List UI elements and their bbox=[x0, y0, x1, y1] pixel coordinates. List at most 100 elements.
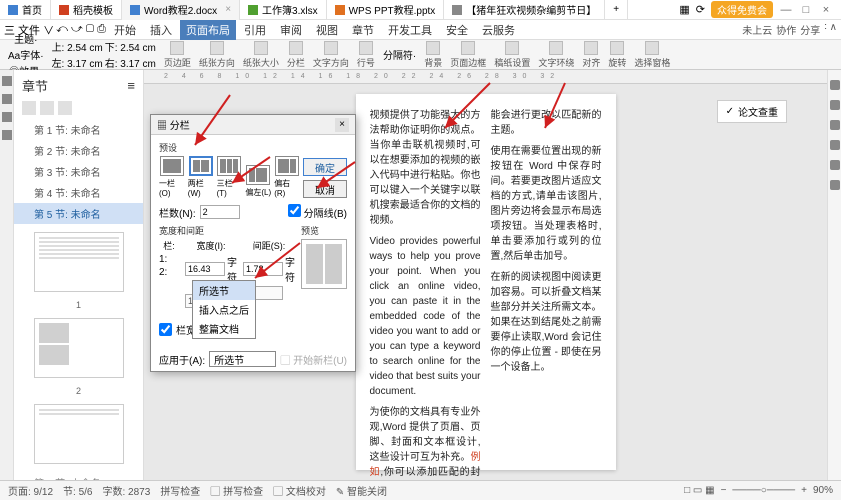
status-mode3[interactable]: ✎ 智能关闭 bbox=[336, 483, 387, 498]
nav-search-icon[interactable] bbox=[2, 94, 12, 104]
rsb-more-icon[interactable] bbox=[830, 180, 840, 190]
apply-select[interactable]: 所选节 bbox=[209, 351, 276, 367]
sync-icon[interactable]: ⟳ bbox=[696, 3, 705, 16]
chapter-tool-2[interactable] bbox=[40, 101, 54, 115]
menu-page-layout[interactable]: 页面布局 bbox=[180, 20, 236, 40]
share-button[interactable]: 分享 bbox=[800, 22, 820, 37]
menu-dev[interactable]: 开发工具 bbox=[382, 20, 438, 40]
tool-border[interactable]: 页面边框 bbox=[448, 41, 488, 69]
page-thumb-3[interactable] bbox=[34, 404, 124, 464]
maximize-button[interactable]: □ bbox=[799, 3, 813, 17]
tab-templates[interactable]: 稻壳模板 bbox=[51, 0, 122, 20]
tool-align[interactable]: 对齐 bbox=[580, 41, 602, 69]
tool-selection[interactable]: 选择窗格 bbox=[632, 41, 672, 69]
zoom-in[interactable]: + bbox=[801, 485, 807, 496]
tool-rotate[interactable]: 旋转 bbox=[606, 41, 628, 69]
view-modes[interactable]: □ ▭ ▦ bbox=[684, 485, 715, 496]
chapter-item-3[interactable]: 第 3 节: 未命名 bbox=[14, 161, 143, 182]
chapter-tool-1[interactable] bbox=[22, 101, 36, 115]
tool-text-dir[interactable]: 文字方向 bbox=[311, 41, 351, 69]
tool-margins[interactable]: 页边距 bbox=[162, 41, 193, 69]
grid-icon[interactable]: ▦ bbox=[679, 3, 689, 16]
close-icon[interactable]: × bbox=[225, 4, 231, 15]
dd-after-cursor[interactable]: 插入点之后 bbox=[193, 300, 255, 319]
menu-security[interactable]: 安全 bbox=[440, 20, 474, 40]
tool-size[interactable]: 纸张大小 bbox=[241, 41, 281, 69]
menu-references[interactable]: 引用 bbox=[238, 20, 272, 40]
status-words[interactable]: 字数: 2873 bbox=[103, 483, 151, 498]
vip-button[interactable]: 众得免费会 bbox=[711, 1, 773, 18]
width-1-input[interactable] bbox=[185, 262, 225, 276]
preset-two[interactable]: 两栏(W) bbox=[188, 156, 214, 198]
tool-line-num[interactable]: 行号 bbox=[355, 41, 377, 69]
menu-insert[interactable]: 插入 bbox=[144, 20, 178, 40]
rsb-prop-icon[interactable] bbox=[830, 140, 840, 150]
chapter-tool-3[interactable] bbox=[58, 101, 72, 115]
rsb-shape-icon[interactable] bbox=[830, 120, 840, 130]
close-button[interactable]: × bbox=[819, 3, 833, 17]
minimize-button[interactable]: — bbox=[779, 3, 793, 17]
tool-paper[interactable]: 稿纸设置 bbox=[492, 41, 532, 69]
check-icon: ✓ bbox=[726, 106, 734, 117]
line-checkbox[interactable] bbox=[288, 204, 301, 217]
tab-add[interactable]: + bbox=[605, 0, 628, 20]
quick-access[interactable]: ⤺ ⤻ ▢ ⎙ bbox=[56, 23, 106, 36]
collab-button[interactable]: 协作 bbox=[776, 22, 796, 37]
paper-check-tag[interactable]: ✓ 论文查重 bbox=[717, 100, 787, 123]
cloud-status[interactable]: 未上云 bbox=[742, 22, 772, 37]
preset-left[interactable]: 偏左(L) bbox=[245, 165, 271, 198]
status-spell[interactable]: 拼写检查 bbox=[160, 483, 200, 498]
rsb-select-icon[interactable] bbox=[830, 100, 840, 110]
page-thumb-1[interactable] bbox=[34, 232, 124, 292]
dialog-close-button[interactable]: × bbox=[335, 118, 349, 132]
chapter-item-5[interactable]: 第 5 节: 未命名 bbox=[14, 203, 143, 224]
cols-input[interactable] bbox=[200, 205, 240, 219]
menu-start[interactable]: 开始 bbox=[108, 20, 142, 40]
spacing-1-input[interactable] bbox=[243, 262, 283, 276]
rsb-style-icon[interactable] bbox=[830, 80, 840, 90]
menu-review[interactable]: 审阅 bbox=[274, 20, 308, 40]
tool-columns[interactable]: 分栏 bbox=[285, 41, 307, 69]
tab-word-doc[interactable]: Word教程2.docx× bbox=[122, 0, 240, 20]
menu-chapter[interactable]: 章节 bbox=[346, 20, 380, 40]
status-mode1[interactable]: ▢ 拼写检查 bbox=[210, 483, 263, 498]
tab-pptx[interactable]: WPS PPT教程.pptx bbox=[327, 0, 445, 20]
preview-label: 预览 bbox=[301, 224, 347, 237]
margin-group[interactable]: 上: 2.54 cm 下: 2.54 cm 左: 3.17 cm 右: 3.17… bbox=[50, 39, 158, 70]
chapter-item-1[interactable]: 第 1 节: 未命名 bbox=[14, 119, 143, 140]
zoom-level[interactable]: 90% bbox=[813, 485, 833, 496]
tool-bg[interactable]: 背景 bbox=[422, 41, 444, 69]
cancel-button[interactable]: 取消 bbox=[303, 180, 347, 198]
preset-label: 预设 bbox=[159, 141, 347, 154]
chapter-item-2[interactable]: 第 2 节: 未命名 bbox=[14, 140, 143, 161]
nav-comment-icon[interactable] bbox=[2, 130, 12, 140]
status-mode2[interactable]: ▢ 文档校对 bbox=[273, 483, 326, 498]
ruler-horizontal[interactable]: 2 4 6 8 10 12 14 16 18 20 22 24 26 28 30… bbox=[144, 70, 827, 84]
tool-wrap[interactable]: 文字环绕 bbox=[536, 41, 576, 69]
tab-video[interactable]: 【猪年狂欢视频杂编剪节日】 bbox=[444, 0, 605, 20]
tool-orientation[interactable]: 纸张方向 bbox=[197, 41, 237, 69]
preset-right[interactable]: 偏右(R) bbox=[274, 156, 300, 198]
ok-button[interactable]: 确定 bbox=[303, 158, 347, 176]
zoom-slider[interactable]: ────○──── bbox=[732, 485, 795, 496]
preset-three[interactable]: 三栏(T) bbox=[217, 156, 243, 198]
dd-whole-doc[interactable]: 整篇文档 bbox=[193, 319, 255, 338]
status-page[interactable]: 页面: 9/12 bbox=[8, 483, 53, 498]
nav-bookmark-icon[interactable] bbox=[2, 112, 12, 122]
dd-selected-section[interactable]: 所选节 bbox=[193, 281, 255, 300]
tool-spacing[interactable]: 分隔符· bbox=[381, 47, 418, 62]
preset-one[interactable]: 一栏(O) bbox=[159, 156, 185, 198]
menu-cloud[interactable]: 云服务 bbox=[476, 20, 521, 40]
zoom-out[interactable]: − bbox=[721, 485, 727, 496]
rsb-anim-icon[interactable] bbox=[830, 160, 840, 170]
chapter-item-6[interactable]: 第 6 节: 未命名 bbox=[14, 472, 143, 480]
chapter-item-4[interactable]: 第 4 节: 未命名 bbox=[14, 182, 143, 203]
menu-view[interactable]: 视图 bbox=[310, 20, 344, 40]
menu-more[interactable]: ∶ ∧ bbox=[824, 22, 837, 37]
chapter-menu-icon[interactable]: ≡ bbox=[127, 78, 135, 93]
tab-home[interactable]: 首页 bbox=[0, 0, 51, 20]
page-thumb-2[interactable] bbox=[34, 318, 124, 378]
tab-xlsx[interactable]: 工作簿3.xlsx bbox=[240, 0, 327, 20]
nav-outline-icon[interactable] bbox=[2, 76, 12, 86]
equal-width-checkbox[interactable] bbox=[159, 323, 172, 336]
